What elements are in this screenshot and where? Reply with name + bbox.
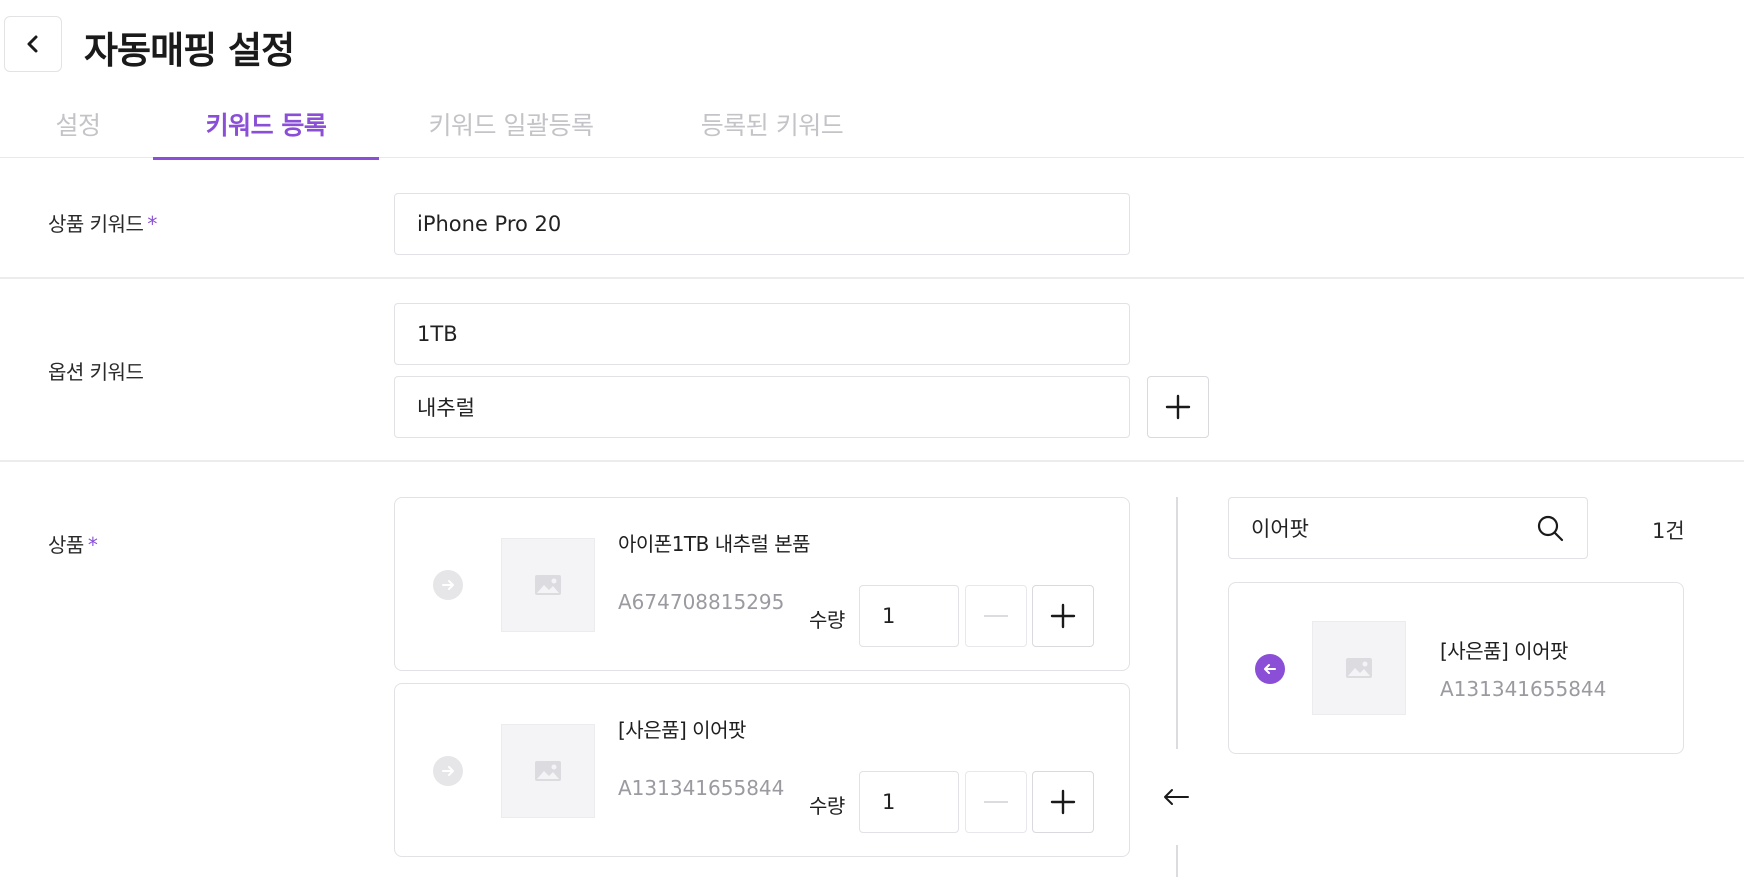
chevron-left-icon bbox=[27, 35, 38, 53]
panel-divider bbox=[1176, 497, 1178, 749]
product-thumbnail bbox=[1312, 621, 1406, 715]
products-label: 상품 * bbox=[48, 533, 98, 557]
tab-settings[interactable]: 설정 bbox=[40, 106, 116, 158]
minus-icon bbox=[984, 801, 1008, 803]
page-title: 자동매핑 설정 bbox=[84, 29, 295, 72]
tab-registered-keywords[interactable]: 등록된 키워드 bbox=[692, 106, 852, 158]
divider bbox=[0, 277, 1744, 279]
search-icon[interactable] bbox=[1536, 514, 1566, 544]
product-code: A674708815295 bbox=[618, 590, 785, 614]
selected-product-card: [사은품] 이어팟 A131341655844 수량 1 bbox=[394, 683, 1130, 857]
selected-product-card: 아이폰1TB 내추럴 본품 A674708815295 수량 1 bbox=[394, 497, 1130, 671]
product-thumbnail bbox=[501, 724, 595, 818]
option-keyword-input[interactable]: 1TB bbox=[394, 303, 1130, 365]
quantity-increase-button[interactable] bbox=[1032, 585, 1094, 647]
plus-icon bbox=[1050, 789, 1076, 815]
product-search-input[interactable]: 이어팟 bbox=[1228, 497, 1588, 559]
quantity-increase-button[interactable] bbox=[1032, 771, 1094, 833]
transfer-left-arrow-icon[interactable] bbox=[1160, 781, 1192, 813]
plus-icon bbox=[1165, 394, 1191, 420]
product-name: 아이폰1TB 내추럴 본품 bbox=[618, 532, 811, 556]
search-result-card: [사은품] 이어팟 A131341655844 bbox=[1228, 582, 1684, 754]
arrow-right-circle-icon[interactable] bbox=[433, 756, 463, 786]
image-placeholder-icon bbox=[535, 575, 561, 595]
option-keyword-input[interactable]: 내추럴 bbox=[394, 376, 1130, 438]
image-placeholder-icon bbox=[535, 761, 561, 781]
quantity-input[interactable]: 1 bbox=[859, 585, 959, 647]
arrow-left-circle-icon[interactable] bbox=[1255, 654, 1285, 684]
image-placeholder-icon bbox=[1346, 658, 1372, 678]
search-result-count: 1건 bbox=[1652, 519, 1685, 543]
tab-bar: 설정 키워드 등록 키워드 일괄등록 등록된 키워드 bbox=[0, 100, 1744, 160]
add-option-keyword-button[interactable] bbox=[1147, 376, 1209, 438]
quantity-label: 수량 bbox=[809, 608, 845, 632]
quantity-decrease-button[interactable] bbox=[965, 585, 1027, 647]
panel-divider bbox=[1176, 845, 1178, 877]
tab-keyword-bulk-register[interactable]: 키워드 일괄등록 bbox=[420, 106, 602, 158]
minus-icon bbox=[984, 615, 1008, 617]
required-mark: * bbox=[147, 212, 157, 236]
product-code: A131341655844 bbox=[618, 776, 785, 800]
arrow-right-circle-icon[interactable] bbox=[433, 570, 463, 600]
plus-icon bbox=[1050, 603, 1076, 629]
product-code: A131341655844 bbox=[1440, 677, 1607, 701]
required-mark: * bbox=[87, 533, 98, 557]
quantity-label: 수량 bbox=[809, 794, 845, 818]
option-keyword-label: 옵션 키워드 bbox=[48, 360, 144, 384]
product-keyword-label: 상품 키워드 * bbox=[48, 212, 157, 236]
quantity-input[interactable]: 1 bbox=[859, 771, 959, 833]
product-name: [사은품] 이어팟 bbox=[618, 718, 746, 742]
divider bbox=[0, 460, 1744, 462]
tab-keyword-register[interactable]: 키워드 등록 bbox=[153, 106, 379, 160]
quantity-decrease-button[interactable] bbox=[965, 771, 1027, 833]
product-name: [사은품] 이어팟 bbox=[1440, 639, 1568, 663]
back-button[interactable] bbox=[4, 16, 62, 72]
product-keyword-input[interactable]: iPhone Pro 20 bbox=[394, 193, 1130, 255]
product-thumbnail bbox=[501, 538, 595, 632]
